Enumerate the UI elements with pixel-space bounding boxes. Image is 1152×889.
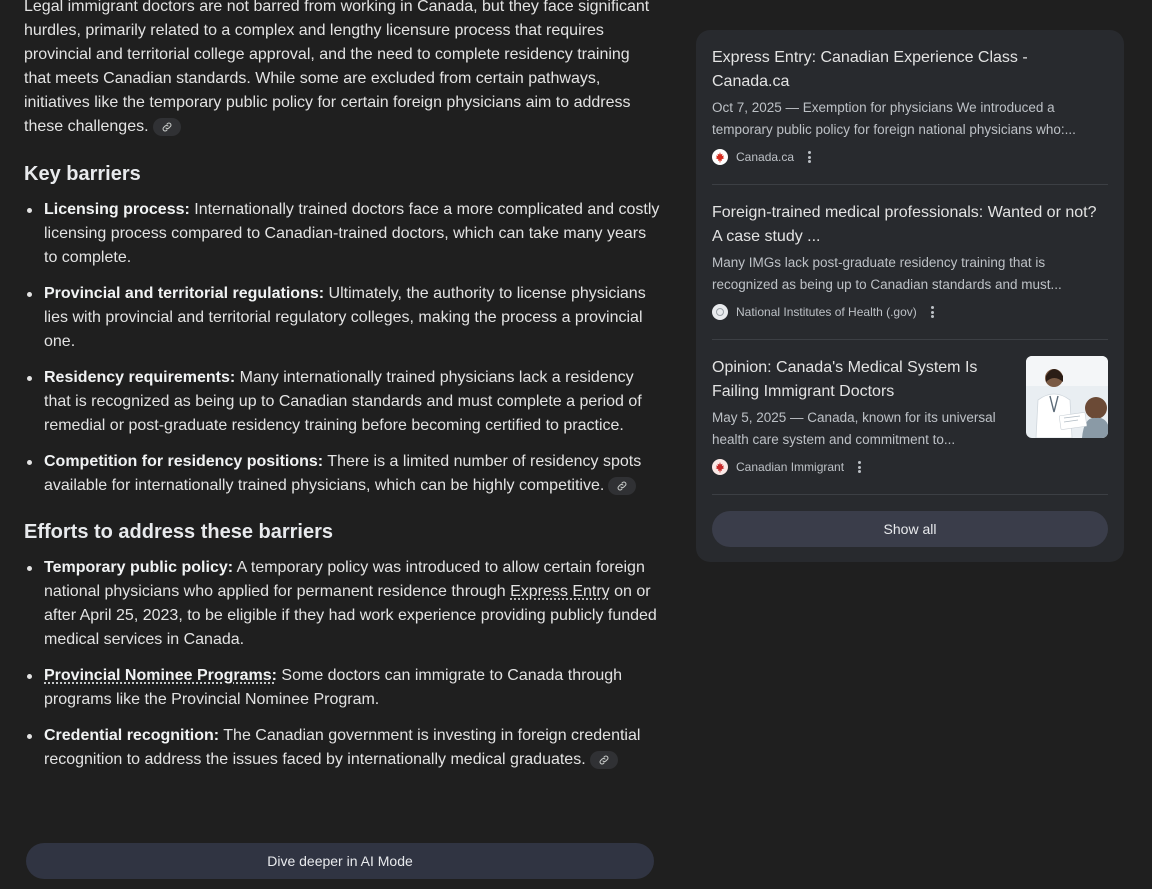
ai-overview-content: Legal immigrant doctors are not barred f… bbox=[24, 0, 660, 772]
express-entry-link[interactable]: Express Entry bbox=[510, 583, 610, 600]
citation-link-icon[interactable] bbox=[589, 750, 618, 769]
item-label: Temporary public policy: bbox=[44, 559, 234, 576]
citation-link-icon[interactable] bbox=[608, 476, 637, 495]
source-item[interactable]: Foreign-trained medical professionals: W… bbox=[712, 201, 1108, 322]
section-heading-key-barriers: Key barriers bbox=[24, 163, 141, 185]
item-label: Credential recognition: bbox=[44, 727, 220, 744]
list-item: Licensing process: Internationally train… bbox=[24, 198, 660, 270]
source-title[interactable]: Foreign-trained medical professionals: W… bbox=[712, 201, 1108, 249]
dive-deeper-button[interactable]: Dive deeper in AI Mode bbox=[26, 843, 654, 879]
source-site: Canadian Immigrant bbox=[736, 460, 845, 474]
divider bbox=[712, 494, 1108, 495]
maple-leaf-icon bbox=[712, 459, 728, 475]
source-title[interactable]: Opinion: Canada's Medical System Is Fail… bbox=[712, 356, 1012, 404]
list-item: Provincial Nominee Programs: Some doctor… bbox=[24, 664, 660, 712]
more-options-icon[interactable] bbox=[808, 151, 812, 163]
source-snippet: Many IMGs lack post-graduate residency t… bbox=[712, 255, 1062, 292]
source-site: National Institutes of Health (.gov) bbox=[736, 305, 917, 319]
item-label: Residency requirements: bbox=[44, 369, 236, 386]
divider bbox=[712, 339, 1108, 340]
item-label: Provincial and territorial regulations: bbox=[44, 285, 325, 302]
list-item: Provincial and territorial regulations: … bbox=[24, 282, 660, 354]
source-snippet: May 5, 2025 — Canada, known for its univ… bbox=[712, 410, 996, 447]
intro-text: Legal immigrant doctors are not barred f… bbox=[24, 0, 650, 135]
source-title[interactable]: Express Entry: Canadian Experience Class… bbox=[712, 46, 1108, 94]
citation-link-icon[interactable] bbox=[152, 117, 181, 136]
sources-panel: Express Entry: Canadian Experience Class… bbox=[696, 30, 1124, 562]
list-item: Credential recognition: The Canadian gov… bbox=[24, 724, 660, 772]
show-all-button[interactable]: Show all bbox=[712, 511, 1108, 547]
divider bbox=[712, 184, 1108, 185]
source-site: Canada.ca bbox=[736, 150, 795, 164]
nih-icon bbox=[712, 304, 728, 320]
provincial-nominee-link[interactable]: Provincial Nominee Programs: bbox=[44, 667, 277, 684]
item-label: Competition for residency positions: bbox=[44, 453, 324, 470]
more-options-icon[interactable] bbox=[858, 461, 862, 473]
list-item: Residency requirements: Many internation… bbox=[24, 366, 660, 438]
list-item: Temporary public policy: A temporary pol… bbox=[24, 556, 660, 652]
key-barriers-list: Licensing process: Internationally train… bbox=[24, 198, 660, 498]
source-snippet: Oct 7, 2025 — Exemption for physicians W… bbox=[712, 100, 1076, 137]
item-label: Licensing process: bbox=[44, 201, 190, 218]
efforts-list: Temporary public policy: A temporary pol… bbox=[24, 556, 660, 772]
source-item[interactable]: Opinion: Canada's Medical System Is Fail… bbox=[712, 356, 1012, 477]
section-heading-efforts: Efforts to address these barriers bbox=[24, 521, 333, 543]
more-options-icon[interactable] bbox=[930, 306, 934, 318]
maple-leaf-icon bbox=[712, 149, 728, 165]
source-item[interactable]: Express Entry: Canadian Experience Class… bbox=[712, 46, 1108, 167]
article-thumbnail-image[interactable] bbox=[1026, 356, 1108, 438]
list-item: Competition for residency positions: The… bbox=[24, 450, 660, 498]
